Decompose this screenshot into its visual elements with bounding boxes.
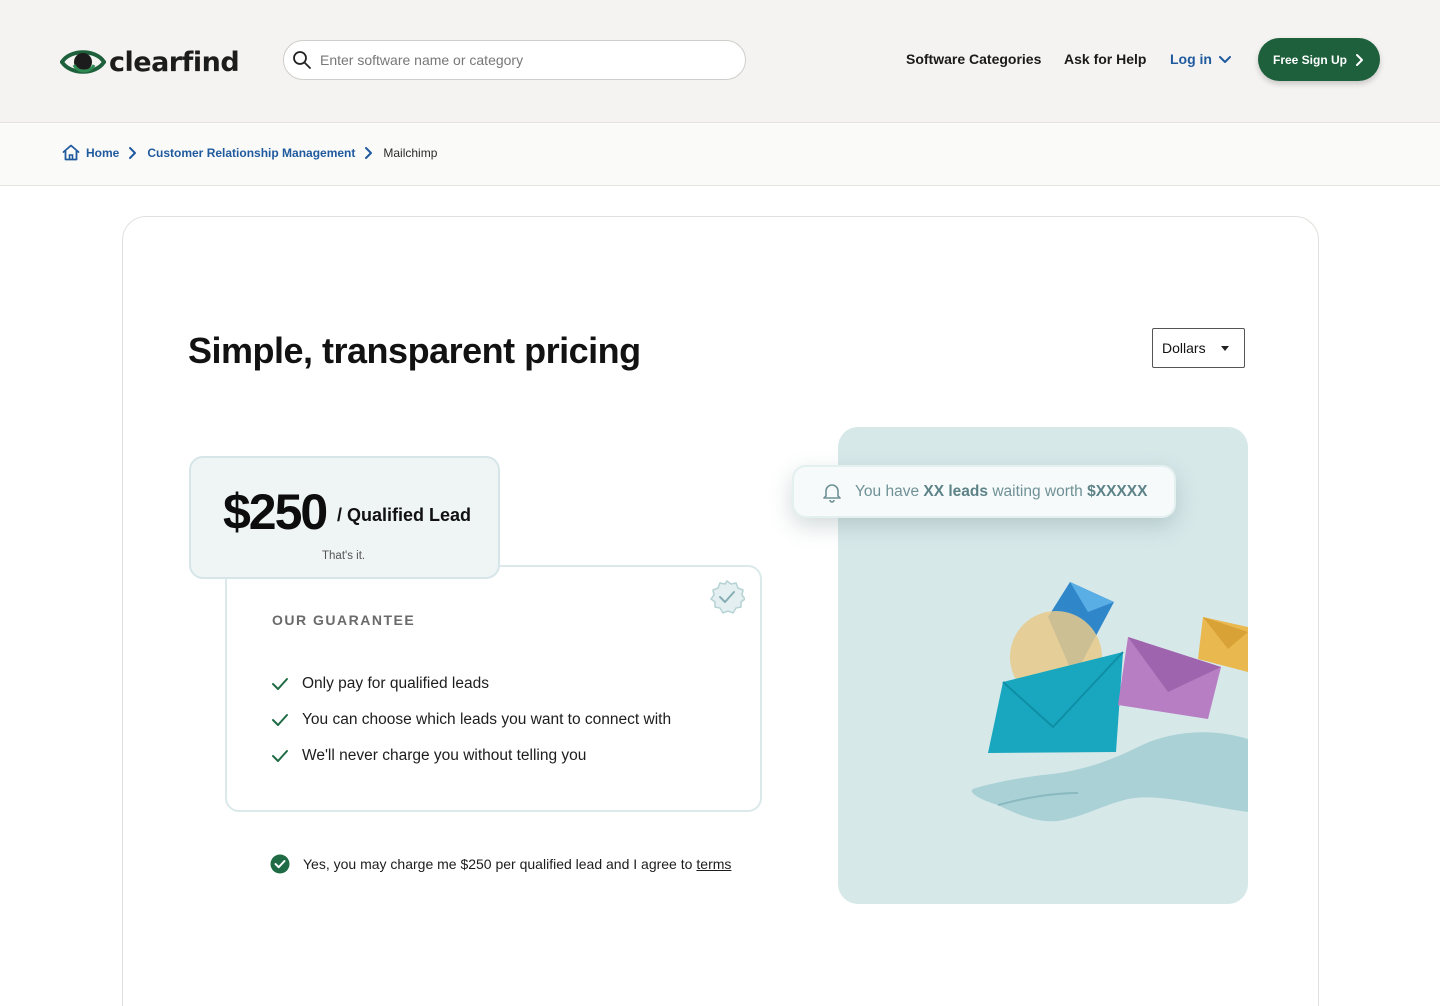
search-input[interactable]: [320, 52, 720, 68]
leads-notification: You have XX leads waiting worth $XXXXX: [792, 465, 1176, 518]
free-signup-button[interactable]: Free Sign Up: [1258, 38, 1380, 81]
breadcrumb-current: Mailchimp: [383, 145, 438, 160]
caret-down-icon: [1221, 346, 1229, 351]
check-icon: [270, 674, 290, 694]
search-bar[interactable]: [283, 40, 746, 80]
notification-leads: XX leads: [923, 482, 989, 500]
signup-label: Free Sign Up: [1272, 52, 1347, 67]
login-label: Log in: [1170, 51, 1212, 67]
agree-checkbox-row[interactable]: Yes, you may charge me $250 per qualifie…: [270, 854, 731, 874]
currency-value: Dollars: [1162, 340, 1206, 356]
check-icon: [270, 746, 290, 766]
check-icon: [270, 710, 290, 730]
chevron-right-icon: [1356, 53, 1363, 66]
guarantee-item-text: We'll never charge you without telling y…: [302, 747, 587, 764]
guarantee-list: Only pay for qualified leads You can cho…: [270, 666, 671, 774]
breadcrumb-bar: Home Customer Relationship Management Ma…: [0, 124, 1440, 186]
checked-circle-icon[interactable]: [270, 854, 290, 874]
nav-software-categories[interactable]: Software Categories: [906, 51, 1041, 67]
nav-ask-for-help[interactable]: Ask for Help: [1064, 51, 1146, 67]
verified-badge-icon: [709, 579, 747, 620]
agree-text: Yes, you may charge me $250 per qualifie…: [303, 856, 693, 872]
guarantee-item-text: You can choose which leads you want to c…: [302, 711, 672, 728]
price-unit: / Qualified Lead: [337, 505, 472, 525]
chevron-right-icon: [364, 146, 374, 160]
list-item: Only pay for qualified leads: [270, 666, 671, 702]
bell-icon: [821, 481, 843, 503]
breadcrumb: Home Customer Relationship Management Ma…: [62, 144, 437, 161]
notification-prefix: You have: [855, 482, 920, 500]
guarantee-title: OUR GUARANTEE: [272, 612, 416, 628]
page-title: Simple, transparent pricing: [188, 330, 641, 371]
logo-text: clearfind: [109, 46, 240, 78]
site-header: clearfind Software Categories Ask for He…: [0, 0, 1440, 123]
price-note: That's it.: [322, 550, 366, 562]
list-item: We'll never charge you without telling y…: [270, 738, 671, 774]
eye-logo-icon: [60, 50, 106, 74]
home-icon[interactable]: [62, 144, 80, 161]
notification-amount: $XXXXX: [1087, 482, 1148, 500]
list-item: You can choose which leads you want to c…: [270, 702, 671, 738]
guarantee-item-text: Only pay for qualified leads: [302, 675, 489, 692]
logo[interactable]: clearfind: [60, 44, 240, 80]
breadcrumb-home[interactable]: Home: [86, 146, 119, 160]
chevron-right-icon: [128, 146, 138, 160]
nav-login[interactable]: Log in: [1170, 51, 1232, 67]
currency-select[interactable]: Dollars: [1152, 328, 1245, 368]
notification-middle: waiting worth: [992, 482, 1083, 500]
breadcrumb-category[interactable]: Customer Relationship Management: [147, 146, 355, 160]
chevron-down-icon: [1219, 56, 1231, 63]
terms-link[interactable]: terms: [696, 856, 731, 872]
search-icon: [292, 50, 312, 70]
price-amount: $250: [223, 484, 328, 540]
